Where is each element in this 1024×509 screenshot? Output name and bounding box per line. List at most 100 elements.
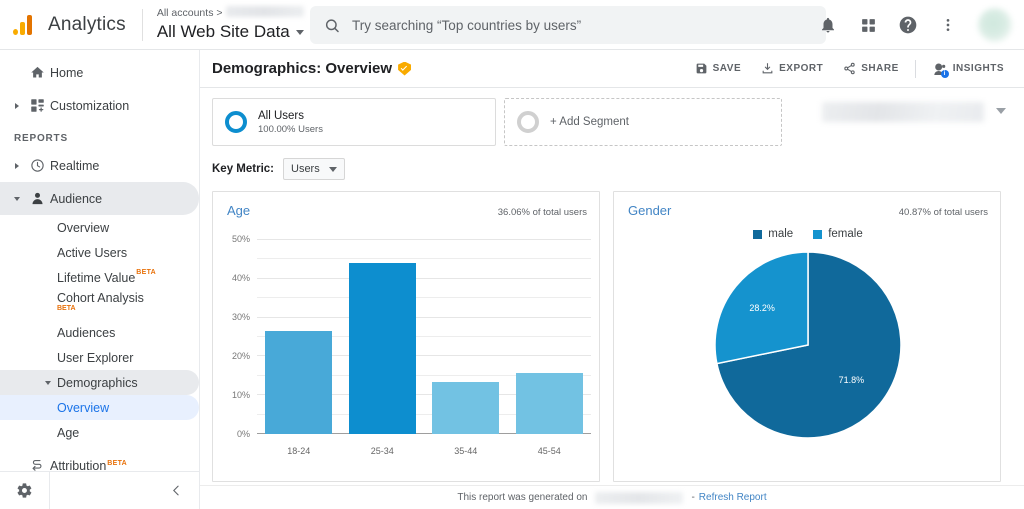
property-name-row[interactable]: All Web Site Data — [157, 21, 313, 43]
sidebar-item-label: Customization — [50, 98, 130, 113]
age-bar-chart: 50% 40% 30% 20% 10% 0% 18-24 25-34 35-44 45-54 — [213, 226, 601, 476]
sidebar-item-demographics[interactable]: Demographics — [0, 370, 199, 395]
save-button[interactable]: SAVE — [685, 62, 752, 75]
ga-logo-icon — [13, 14, 35, 35]
bar-slot: 35-44 — [424, 240, 508, 456]
export-label: EXPORT — [779, 63, 824, 74]
footer-text: This report was generated on — [457, 492, 588, 503]
x-axis-tick-label: 35-44 — [454, 446, 478, 456]
key-metric-label: Key Metric: — [212, 163, 274, 175]
breadcrumb: All accounts > — [157, 6, 313, 20]
sidebar-item-label: Overview — [57, 400, 110, 415]
gender-chart-title[interactable]: Gender — [628, 203, 671, 218]
key-metric-row: Key Metric: Users — [212, 158, 1012, 180]
bar[interactable] — [515, 372, 583, 434]
refresh-report-link[interactable]: Refresh Report — [699, 492, 767, 503]
sidebar-item-audience[interactable]: Audience — [0, 182, 199, 215]
share-button[interactable]: SHARE — [833, 62, 909, 75]
beta-badge: BETA — [136, 269, 157, 276]
collapse-sidebar-button[interactable] — [50, 484, 199, 497]
age-chart-title[interactable]: Age — [227, 203, 250, 218]
home-icon — [24, 65, 50, 80]
report-content: All Users 100.00% Users + Add Segment Ke… — [200, 88, 1024, 509]
sidebar-item-label: Overview — [57, 220, 110, 235]
breadcrumb-label: All accounts > — [156, 7, 223, 19]
sidebar-section-reports: REPORTS — [14, 133, 68, 144]
segment-text: All Users 100.00% Users — [258, 109, 323, 136]
add-segment-button[interactable]: + Add Segment — [504, 98, 782, 146]
legend-swatch — [753, 229, 763, 239]
insights-label: INSIGHTS — [952, 63, 1004, 74]
segment-ring-icon — [225, 111, 247, 133]
sidebar-item-attribution[interactable]: AttributionBETA — [0, 449, 199, 471]
cohort-label-wrap: Cohort Analysis BETA — [57, 291, 144, 313]
bar-slot: 45-54 — [508, 240, 592, 456]
date-range-selector[interactable] — [822, 98, 1010, 126]
y-axis-tick-label: 50% — [231, 234, 250, 244]
expand-chevron-icon[interactable] — [10, 102, 24, 109]
sidebar-item-label: Audiences — [57, 325, 116, 340]
apps-grid-icon[interactable] — [856, 13, 880, 37]
segment-ring-icon — [517, 111, 539, 133]
chevron-down-icon — [328, 166, 337, 172]
sidebar-item-cohort-analysis[interactable]: Cohort Analysis BETA — [0, 290, 199, 320]
settings-gear-icon[interactable] — [0, 472, 50, 509]
legend-item[interactable]: male — [753, 228, 793, 240]
shield-check-icon — [398, 61, 412, 76]
sidebar-item-label: Age — [57, 425, 80, 440]
footer-separator: - — [691, 492, 695, 503]
sidebar-item-demographics-age[interactable]: Age — [0, 420, 199, 445]
sidebar-item-label: Lifetime Value — [57, 270, 136, 285]
segment-all-users[interactable]: All Users 100.00% Users — [212, 98, 496, 146]
add-segment-label: + Add Segment — [550, 116, 629, 128]
bar[interactable] — [348, 262, 416, 434]
bar[interactable] — [432, 382, 500, 434]
sidebar-scroll: Home Customization REPORTS Realtime Audi… — [0, 50, 199, 471]
breadcrumb-redacted — [225, 6, 304, 17]
search-input[interactable] — [352, 17, 812, 33]
bell-icon[interactable] — [816, 13, 840, 37]
key-metric-value: Users — [291, 163, 320, 175]
insights-icon: i — [932, 61, 949, 78]
key-metric-dropdown[interactable]: Users — [283, 158, 345, 180]
sidebar-item-label: Demographics — [57, 375, 138, 390]
footer-timestamp-redacted — [595, 491, 684, 504]
sidebar-item-realtime[interactable]: Realtime — [0, 149, 199, 182]
export-button[interactable]: EXPORT — [751, 62, 833, 75]
sidebar-item-home[interactable]: Home — [0, 56, 199, 89]
sidebar-item-lifetime-value[interactable]: Lifetime Value BETA — [0, 265, 199, 290]
y-axis-tick-label: 30% — [231, 312, 250, 323]
main-content: Demographics: Overview SAVE EXPORT SHARE — [200, 50, 1024, 509]
bar[interactable] — [265, 331, 333, 434]
analytics-logo[interactable] — [0, 14, 48, 35]
y-axis-tick-label: 20% — [231, 351, 250, 362]
share-icon — [844, 62, 855, 75]
help-icon[interactable] — [896, 13, 920, 37]
legend-label: male — [768, 228, 794, 240]
gender-card-header: Gender 40.87% of total users — [614, 192, 1000, 218]
gender-chart-card: Gender 40.87% of total users male female … — [613, 191, 1001, 482]
gender-chart-note: 40.87% of total users — [898, 207, 988, 218]
more-vert-icon[interactable] — [936, 13, 960, 37]
y-axis-tick-label: 10% — [231, 390, 250, 401]
account-selector[interactable]: All accounts > All Web Site Data — [143, 6, 313, 43]
insights-button[interactable]: i INSIGHTS — [922, 61, 1014, 78]
segment-sub: 100.00% Users — [258, 123, 323, 135]
legend-swatch — [813, 229, 823, 239]
sidebar-item-audiences[interactable]: Audiences — [0, 320, 199, 345]
search-bar[interactable] — [310, 6, 826, 44]
sidebar-item-user-explorer[interactable]: User Explorer — [0, 345, 199, 370]
sidebar-item-audience-overview[interactable]: Overview — [0, 215, 199, 240]
bar-slot: 18-24 — [257, 240, 341, 456]
sidebar-item-demographics-overview[interactable]: Overview — [0, 395, 199, 420]
save-label: SAVE — [712, 63, 742, 74]
sidebar-item-active-users[interactable]: Active Users — [0, 240, 199, 265]
collapse-chevron-icon[interactable] — [10, 196, 24, 201]
expand-chevron-icon[interactable] — [10, 162, 24, 169]
pie-data-label: 28.2% — [749, 302, 775, 313]
legend-item[interactable]: female — [813, 228, 863, 240]
avatar[interactable] — [978, 8, 1012, 42]
sidebar-item-customization[interactable]: Customization — [0, 89, 199, 122]
beta-badge: BETA — [107, 459, 128, 467]
gender-pie: 71.8% 28.2% — [715, 252, 901, 438]
